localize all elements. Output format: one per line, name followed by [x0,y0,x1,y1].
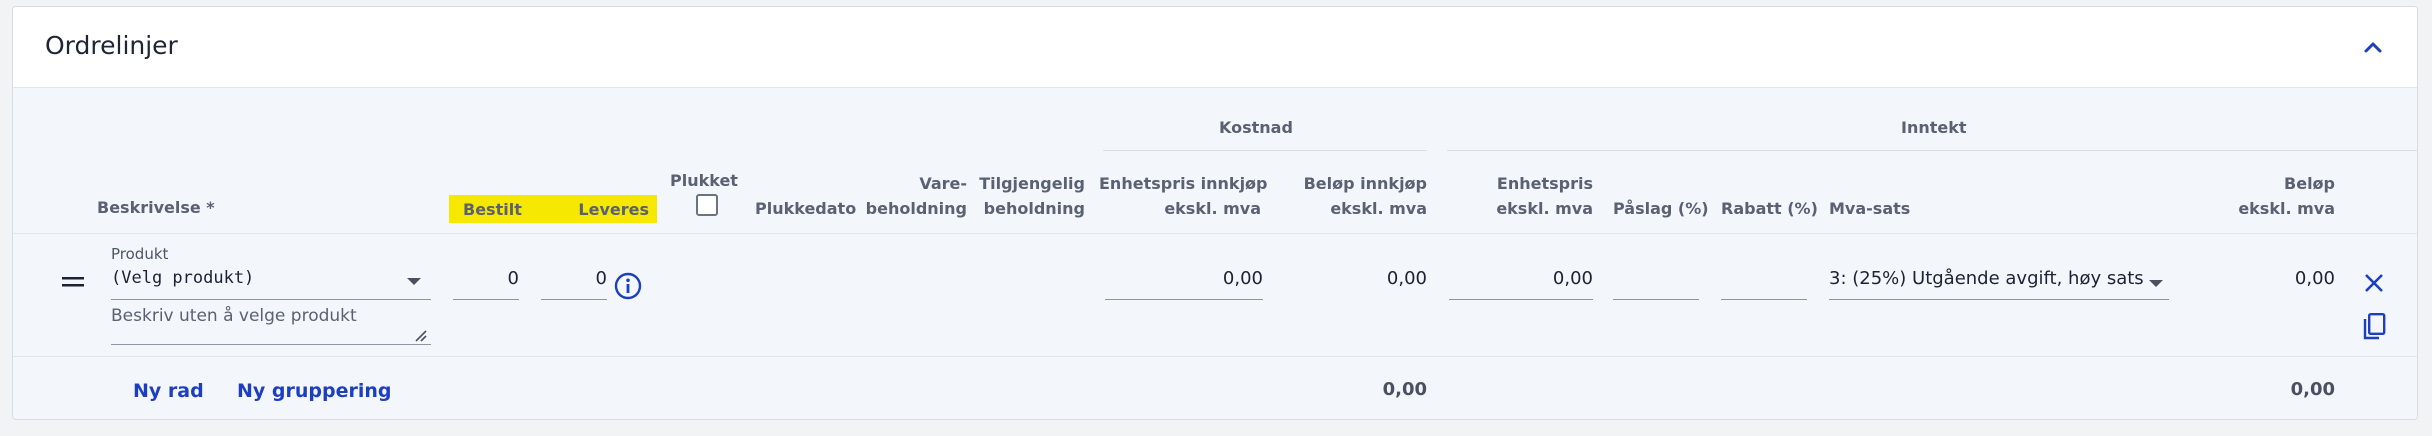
col-cost-amount-line1: Beløp innkjøp [1303,174,1427,193]
ordered-input[interactable]: 0 [453,268,519,300]
col-description: Beskrivelse * [97,198,215,217]
caret-down-icon [407,278,421,285]
unit-price-input[interactable]: 0,00 [1449,268,1593,300]
unit-cost-input[interactable]: 0,00 [1105,268,1263,300]
description-placeholder: Beskriv uten å velge produkt [111,306,357,326]
product-label: Produkt [111,245,169,263]
new-row-link[interactable]: Ny rad [133,380,204,402]
collapse-button[interactable] [2357,31,2389,63]
col-picked: Plukket [670,171,738,190]
col-cost-amount-line2: ekskl. mva [1330,199,1427,218]
col-pick-date: Plukkedato [755,199,857,218]
panel-header[interactable]: Ordrelinjer [13,7,2417,88]
unit-cost-value: 0,00 [1222,268,1263,289]
description-textarea[interactable]: Beskriv uten å velge produkt [111,304,431,345]
resize-handle-icon[interactable] [413,328,427,342]
col-available-line1: Tilgjengelig [979,174,1085,193]
group-divider-cost [1103,150,1427,151]
col-unit-price-line2: ekskl. mva [1496,199,1593,218]
unit-price-underline [1449,299,1593,300]
col-markup: Påslag (%) [1613,199,1709,218]
col-vat: Mva-sats [1829,199,1911,218]
cost-amount-value: 0,00 [1386,268,1427,289]
new-grouping-link[interactable]: Ny gruppering [237,380,392,402]
col-stock-line2: beholdning [865,199,967,218]
col-unit-price-line1: Enhetspris [1496,174,1593,193]
group-label-cost: Kostnad [1219,118,1293,137]
unit-price-value: 0,00 [1552,268,1593,289]
delivered-value: 0 [595,268,607,289]
order-lines-grid: Kostnad Inntekt Beskrivelse * Bestilt Le… [13,88,2417,419]
group-divider-income [1447,150,2417,151]
col-unit-cost-line2: ekskl. mva [1164,199,1261,218]
vat-select-value: 3: (25%) Utgående avgift, høy sats [1829,268,2144,289]
ordered-value: 0 [507,268,519,289]
product-select[interactable]: (Velg produkt) [111,268,431,300]
order-lines-panel: Ordrelinjer Kostnad Inntekt Beskrivelse … [12,6,2418,420]
col-unit-cost-line1: Enhetspris innkjøp [1099,174,1268,193]
row-separator [13,356,2417,357]
picked-all-checkbox[interactable] [696,194,718,216]
col-delivered: Leveres [578,200,649,219]
delete-row-button[interactable] [2359,268,2389,298]
markup-underline [1613,299,1699,300]
col-amount-line1: Beløp [2284,174,2335,193]
col-discount: Rabatt (%) [1721,199,1818,218]
col-available-line2: beholdning [983,199,1085,218]
delivered-input[interactable]: 0 [541,268,607,300]
product-select-underline [111,299,431,300]
group-label-income: Inntekt [1901,118,1967,137]
cost-total: 0,00 [1382,379,1427,400]
vat-select-underline [1829,299,2169,300]
product-select-value: (Velg produkt) [111,268,255,288]
info-button[interactable] [614,272,642,300]
copy-icon [2363,313,2386,340]
col-stock-line1: Vare- [919,174,967,193]
amount-total: 0,00 [2290,379,2335,400]
drag-handle-icon[interactable] [59,272,87,292]
markup-input[interactable] [1613,268,1699,300]
panel-title: Ordrelinjer [45,31,178,60]
description-underline [111,344,431,345]
col-ordered: Bestilt [463,200,522,219]
discount-input[interactable] [1721,268,1807,300]
unit-cost-underline [1105,299,1263,300]
vat-select[interactable]: 3: (25%) Utgående avgift, høy sats [1829,268,2169,300]
info-icon [614,272,642,300]
copy-row-button[interactable] [2359,310,2389,344]
delivered-underline [541,299,607,300]
close-icon [2365,274,2383,292]
ordered-underline [453,299,519,300]
amount-value: 0,00 [2294,268,2335,289]
col-amount-line2: ekskl. mva [2238,199,2335,218]
discount-underline [1721,299,1807,300]
caret-down-icon [2149,280,2163,287]
chevron-up-icon [2364,42,2382,53]
